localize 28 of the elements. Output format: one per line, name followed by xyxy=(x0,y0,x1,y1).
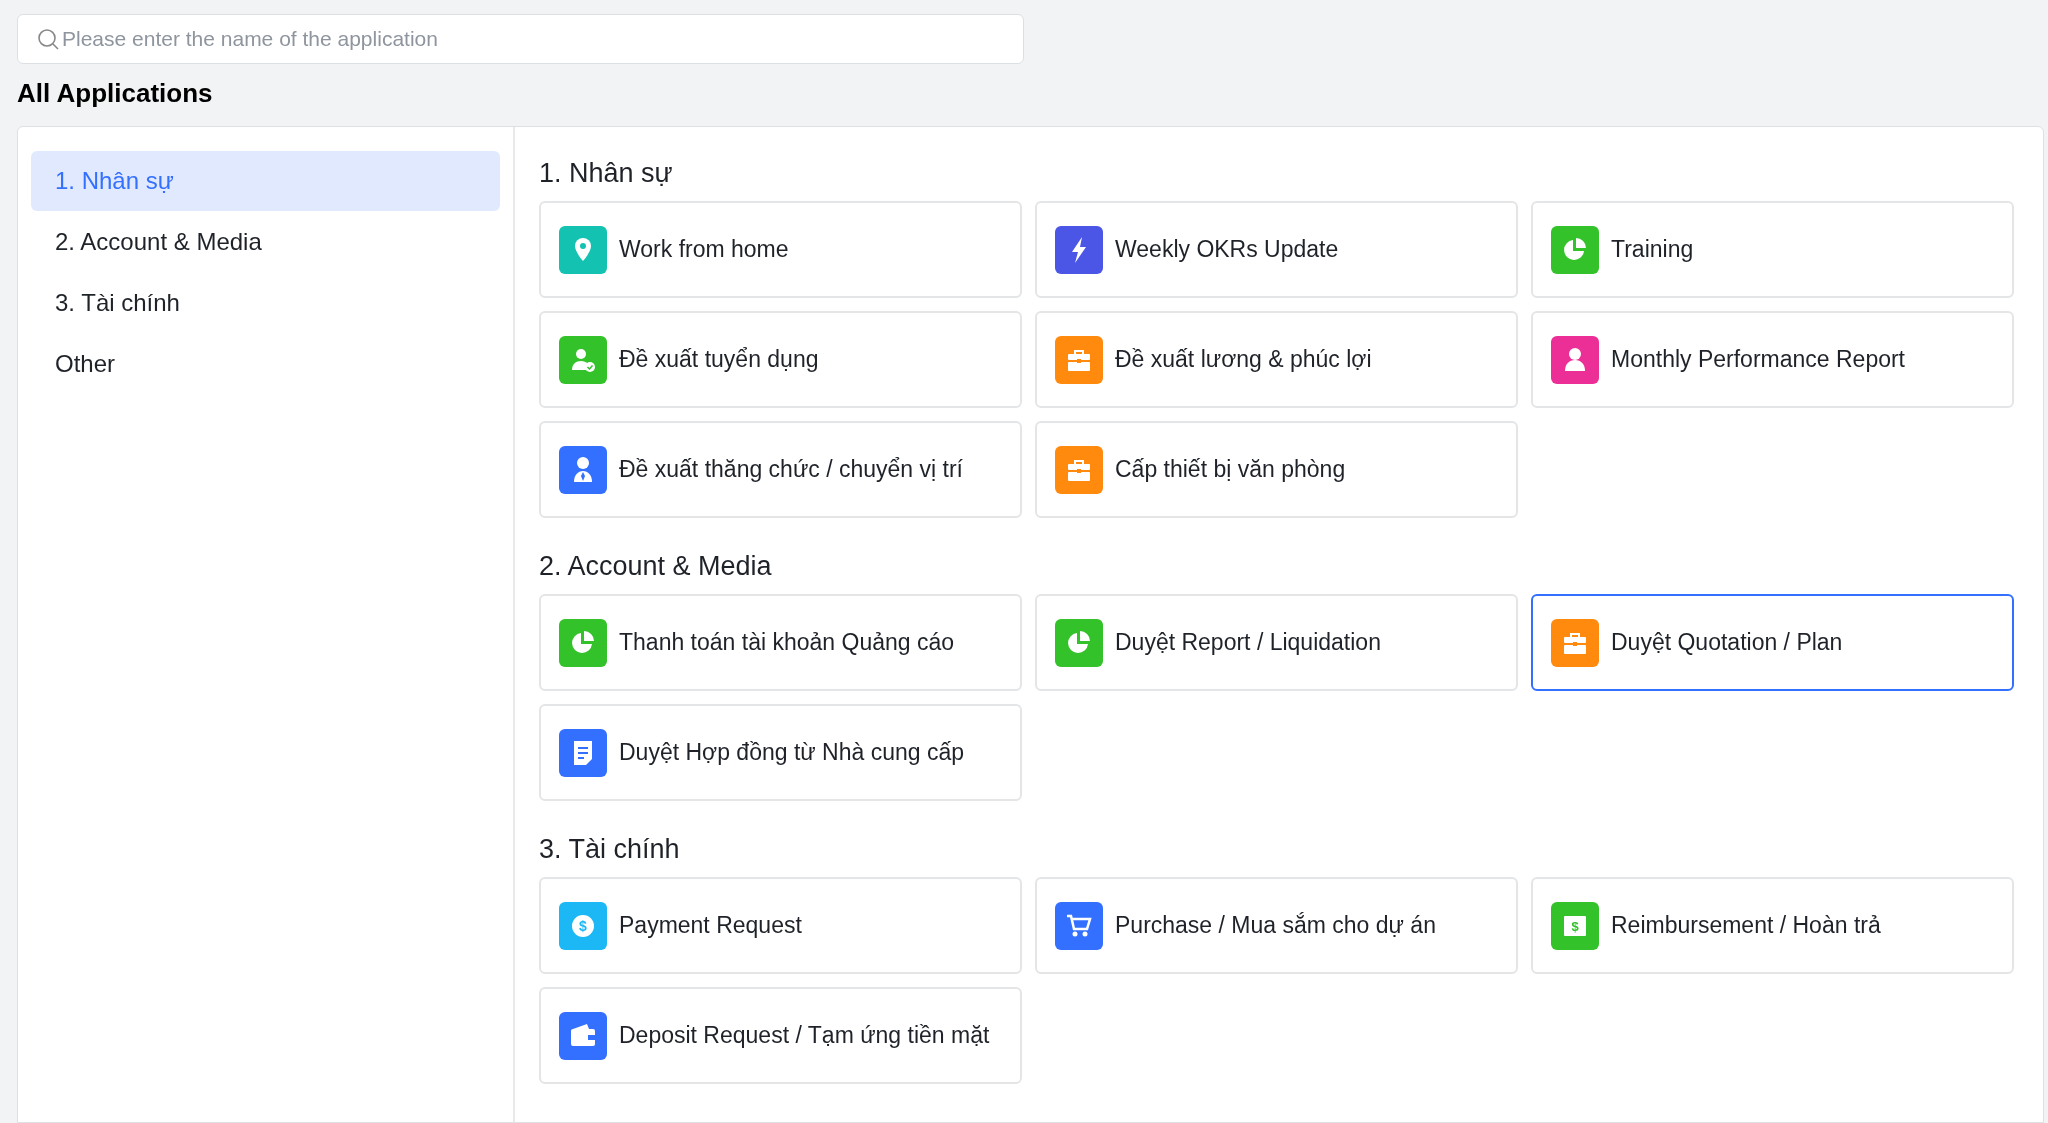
page-title: All Applications xyxy=(17,78,214,110)
app-card[interactable]: Đề xuất tuyển dụng xyxy=(539,311,1022,408)
app-card[interactable]: Weekly OKRs Update xyxy=(1035,201,1518,298)
app-card[interactable]: Duyệt Hợp đồng từ Nhà cung cấp xyxy=(539,704,1022,801)
app-card[interactable]: $ Reimbursement / Hoàn trả xyxy=(1531,877,2014,974)
dollar-coin-icon: $ xyxy=(559,901,607,950)
sidebar-item[interactable]: 1. Nhân sự xyxy=(31,151,500,211)
sidebar-item[interactable]: 3. Tài chính xyxy=(31,273,500,333)
app-card[interactable]: Training xyxy=(1531,201,2014,298)
section-heading: 3. Tài chính xyxy=(539,833,681,866)
app-card[interactable]: Purchase / Mua sắm cho dự án xyxy=(1035,877,1518,974)
section-heading: 1. Nhân sự xyxy=(539,157,674,190)
sidebar-item[interactable]: Other xyxy=(31,334,500,394)
app-card[interactable]: Cấp thiết bị văn phòng xyxy=(1035,421,1518,518)
search-icon xyxy=(37,28,59,50)
search-field[interactable]: Please enter the name of the application xyxy=(17,14,1024,64)
app-card[interactable]: $ Payment Request xyxy=(539,877,1022,974)
app-card[interactable]: Duyệt Report / Liquidation xyxy=(1035,594,1518,691)
section-heading: 2. Account & Media xyxy=(539,550,773,583)
app-card[interactable]: Duyệt Quotation / Plan xyxy=(1531,594,2014,691)
app-card[interactable]: Thanh toán tài khoản Quảng cáo xyxy=(539,594,1022,691)
app-card[interactable]: Đề xuất lương & phúc lợi xyxy=(1035,311,1518,408)
app-card[interactable]: Work from home xyxy=(539,201,1022,298)
app-card[interactable]: Monthly Performance Report xyxy=(1531,311,2014,408)
sidebar-item[interactable]: 2. Account & Media xyxy=(31,212,500,272)
app-card[interactable]: Đề xuất thăng chức / chuyển vị trí xyxy=(539,421,1022,518)
banknote-icon: $ xyxy=(1551,901,1599,950)
app-card[interactable]: Deposit Request / Tạm ứng tiền mặt xyxy=(539,987,1022,1084)
